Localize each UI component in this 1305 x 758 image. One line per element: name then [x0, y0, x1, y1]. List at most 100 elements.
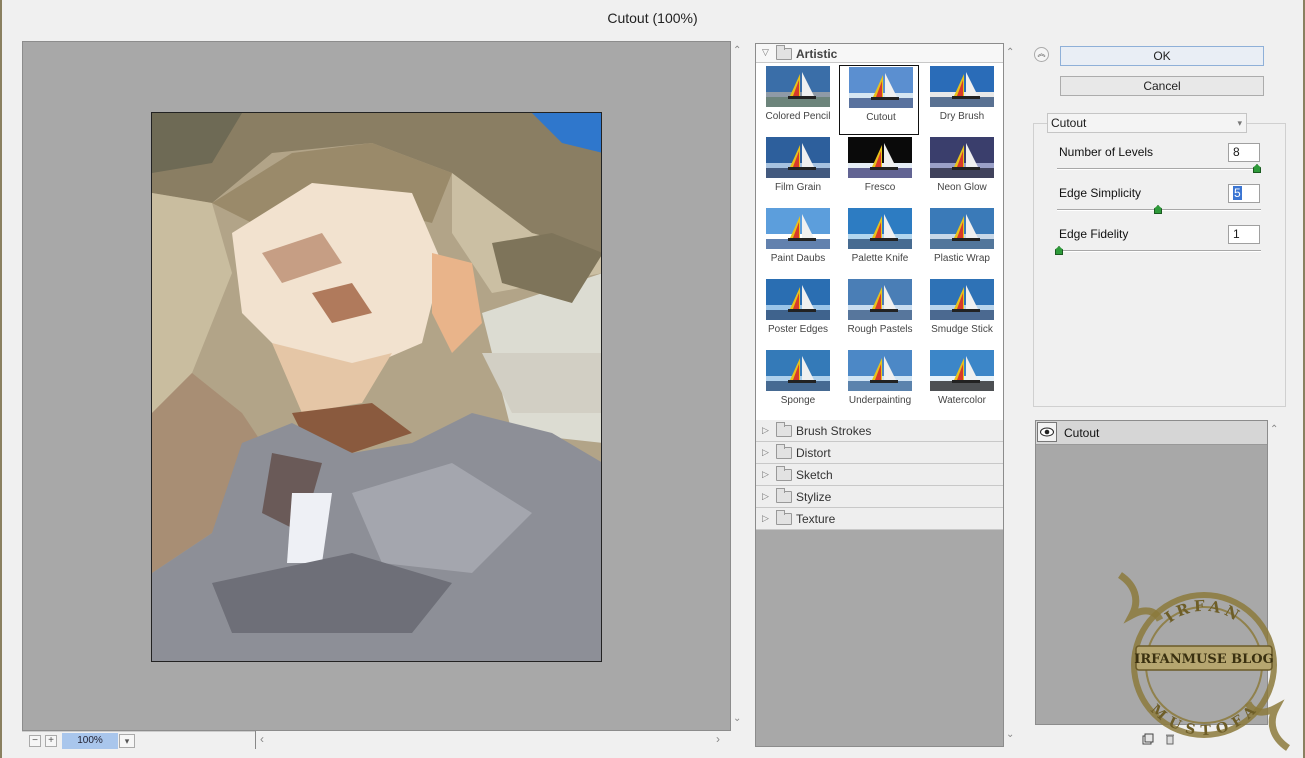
- filter-preview-image: [766, 66, 830, 107]
- filter-thumb-smudge-stick[interactable]: Smudge Stick: [921, 278, 1001, 348]
- edge-simplicity-slider[interactable]: [1057, 205, 1261, 214]
- category-distort[interactable]: ▷ Distort: [756, 442, 1003, 464]
- folder-icon: [776, 422, 792, 437]
- category-label: Stylize: [796, 490, 832, 504]
- filter-preview-image: [848, 350, 912, 391]
- filter-thumb-dry-brush[interactable]: Dry Brush: [921, 65, 1001, 135]
- filter-gallery: ▽ Artistic Colored Pencil Cutout Dry Brush…: [755, 43, 1004, 747]
- filter-thumb-palette-knife[interactable]: Palette Knife: [839, 207, 919, 277]
- filter-preview-image: [848, 137, 912, 178]
- scroll-down-arrow-icon[interactable]: ⌄: [1006, 729, 1014, 740]
- category-label: Sketch: [796, 468, 833, 482]
- filter-label: Cutout: [866, 112, 896, 123]
- preview-vertical-scrollbar[interactable]: ⌃ ⌄: [731, 41, 745, 731]
- gallery-scrollbar[interactable]: ⌃ ⌄: [1004, 43, 1018, 747]
- zoom-in-button[interactable]: +: [45, 735, 57, 747]
- cancel-button[interactable]: Cancel: [1060, 76, 1264, 96]
- filter-label: Poster Edges: [767, 324, 829, 335]
- edge-fidelity-slider[interactable]: [1055, 246, 1261, 255]
- folder-icon: [776, 45, 792, 60]
- effect-layer-name: Cutout: [1064, 426, 1100, 440]
- category-label: Brush Strokes: [796, 424, 872, 438]
- filter-thumb-fresco[interactable]: Fresco: [839, 136, 919, 206]
- filter-preview-image: [848, 279, 912, 320]
- scroll-left-arrow-icon[interactable]: ‹: [260, 732, 264, 746]
- filter-label: Dry Brush: [939, 111, 985, 122]
- filter-preview-image: [848, 208, 912, 249]
- number-of-levels-slider[interactable]: [1057, 164, 1261, 173]
- filter-thumb-colored-pencil[interactable]: Colored Pencil: [757, 65, 837, 135]
- filter-thumb-plastic-wrap[interactable]: Plastic Wrap: [921, 207, 1001, 277]
- filter-select-value: Cutout: [1051, 116, 1087, 130]
- scroll-right-arrow-icon[interactable]: ›: [716, 732, 720, 746]
- category-stylize[interactable]: ▷ Stylize: [756, 486, 1003, 508]
- filter-thumb-underpainting[interactable]: Underpainting: [839, 349, 919, 419]
- filter-thumb-cutout[interactable]: Cutout: [839, 65, 919, 135]
- effect-layer-row[interactable]: Cutout: [1036, 421, 1267, 445]
- eye-icon[interactable]: [1037, 422, 1057, 442]
- filter-thumb-rough-pastels[interactable]: Rough Pastels: [839, 278, 919, 348]
- filter-thumb-watercolor[interactable]: Watercolor: [921, 349, 1001, 419]
- preview-image: [151, 112, 602, 662]
- category-label: Distort: [796, 446, 831, 460]
- filter-settings-box: [1033, 123, 1286, 407]
- watermark-middle-text: IRFANMUSE BLOG: [1134, 652, 1273, 667]
- filter-label: Watercolor: [938, 395, 986, 406]
- edge-fidelity-value: 1: [1233, 227, 1240, 241]
- param-label-edge-fidelity: Edge Fidelity: [1059, 227, 1129, 241]
- filter-label: Fresco: [864, 182, 896, 193]
- scroll-up-arrow-icon[interactable]: ⌃: [1270, 424, 1278, 435]
- filter-preview-image: [766, 350, 830, 391]
- filter-thumb-poster-edges[interactable]: Poster Edges: [757, 278, 837, 348]
- filter-thumb-paint-daubs[interactable]: Paint Daubs: [757, 207, 837, 277]
- filter-label: Film Grain: [774, 182, 822, 193]
- edge-simplicity-value: 5: [1233, 186, 1242, 200]
- filter-select[interactable]: Cutout ▾: [1047, 113, 1247, 133]
- filter-thumb-sponge[interactable]: Sponge: [757, 349, 837, 419]
- filter-preview-image: [930, 279, 994, 320]
- filter-thumb-neon-glow[interactable]: Neon Glow: [921, 136, 1001, 206]
- scroll-down-arrow-icon[interactable]: ⌄: [733, 713, 741, 724]
- filter-gallery-window: Cutout (100%) ⌃ ⌄ − + 100% ▾ ‹ › ▽ Artis…: [0, 0, 1305, 758]
- number-of-levels-input[interactable]: 8: [1228, 143, 1260, 162]
- ok-button[interactable]: OK: [1060, 46, 1264, 66]
- category-sketch[interactable]: ▷ Sketch: [756, 464, 1003, 486]
- folder-icon: [776, 488, 792, 503]
- category-artistic[interactable]: ▽ Artistic: [756, 44, 1003, 63]
- scroll-up-arrow-icon[interactable]: ⌃: [733, 45, 741, 56]
- collapsed-triangle-icon: ▷: [762, 469, 769, 479]
- filter-label: Paint Daubs: [770, 253, 826, 264]
- zoom-out-button[interactable]: −: [29, 735, 41, 747]
- irfanmuse-blog-watermark: IRFANMUSE BLOG IRFAN MUSTOFA: [1117, 572, 1291, 751]
- folder-icon: [776, 466, 792, 481]
- category-texture[interactable]: ▷ Texture: [756, 508, 1003, 530]
- folder-icon: [776, 444, 792, 459]
- collapsed-triangle-icon: ▷: [762, 425, 769, 435]
- collapsed-triangle-icon: ▷: [762, 491, 769, 501]
- collapsed-triangle-icon: ▷: [762, 513, 769, 523]
- category-label: Texture: [796, 512, 836, 526]
- filter-label: Plastic Wrap: [934, 253, 990, 264]
- chevron-down-icon: ▾: [1237, 118, 1242, 128]
- filter-label: Rough Pastels: [847, 324, 913, 335]
- zoom-dropdown-icon[interactable]: ▾: [119, 734, 135, 748]
- filter-preview-image: [930, 350, 994, 391]
- number-of-levels-value: 8: [1233, 145, 1240, 159]
- filter-preview-image: [849, 67, 913, 108]
- category-brush-strokes[interactable]: ▷ Brush Strokes: [756, 420, 1003, 442]
- category-label: Artistic: [796, 47, 838, 61]
- filter-thumb-film-grain[interactable]: Film Grain: [757, 136, 837, 206]
- zoom-level[interactable]: 100%: [62, 733, 118, 749]
- collapse-gallery-icon[interactable]: ︽: [1034, 47, 1049, 62]
- preview-canvas[interactable]: [22, 41, 731, 731]
- filter-label: Underpainting: [848, 395, 912, 406]
- zoom-bar: − + 100% ▾: [22, 731, 257, 749]
- window-title: Cutout (100%): [2, 0, 1303, 36]
- edge-fidelity-input[interactable]: 1: [1228, 225, 1260, 244]
- scroll-up-arrow-icon[interactable]: ⌃: [1006, 47, 1014, 58]
- filter-label: Neon Glow: [937, 182, 987, 193]
- filter-preview-image: [930, 66, 994, 107]
- edge-simplicity-input[interactable]: 5: [1228, 184, 1260, 203]
- preview-horizontal-scrollbar[interactable]: ‹ ›: [255, 731, 731, 749]
- expanded-triangle-icon: ▽: [762, 47, 769, 57]
